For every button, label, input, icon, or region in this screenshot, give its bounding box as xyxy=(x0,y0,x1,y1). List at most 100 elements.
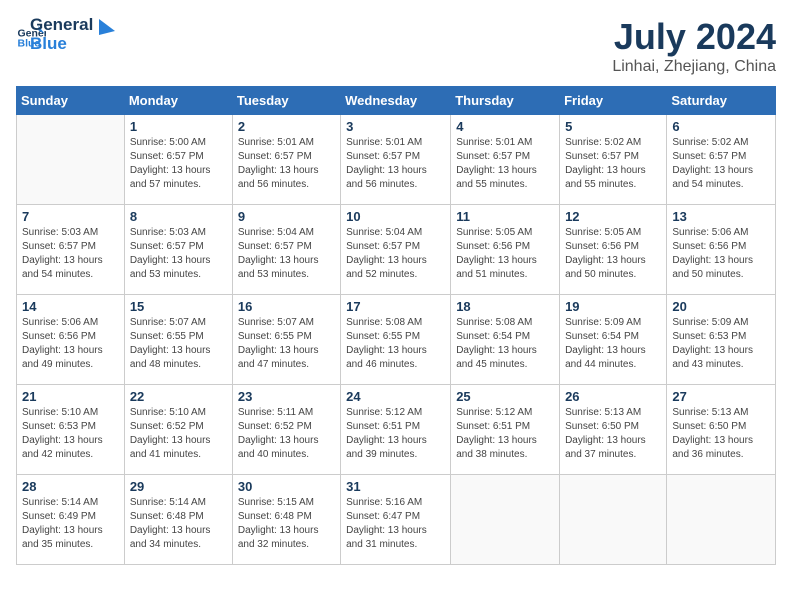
day-number: 19 xyxy=(565,299,661,314)
header-tuesday: Tuesday xyxy=(232,87,340,115)
title-block: July 2024 Linhai, Zhejiang, China xyxy=(612,16,776,76)
day-info: Sunrise: 5:11 AM Sunset: 6:52 PM Dayligh… xyxy=(238,406,335,462)
day-info: Sunrise: 5:04 AM Sunset: 6:57 PM Dayligh… xyxy=(346,226,445,282)
calendar-cell: 30 Sunrise: 5:15 AM Sunset: 6:48 PM Dayli… xyxy=(232,475,340,565)
day-info: Sunrise: 5:05 AM Sunset: 6:56 PM Dayligh… xyxy=(456,226,554,282)
day-number: 12 xyxy=(565,209,661,224)
day-number: 26 xyxy=(565,389,661,404)
day-info: Sunrise: 5:09 AM Sunset: 6:53 PM Dayligh… xyxy=(672,316,770,372)
location-title: Linhai, Zhejiang, China xyxy=(612,58,776,76)
day-number: 7 xyxy=(22,209,119,224)
day-info: Sunrise: 5:12 AM Sunset: 6:51 PM Dayligh… xyxy=(346,406,445,462)
day-number: 9 xyxy=(238,209,335,224)
day-number: 21 xyxy=(22,389,119,404)
day-number: 31 xyxy=(346,479,445,494)
day-info: Sunrise: 5:16 AM Sunset: 6:47 PM Dayligh… xyxy=(346,496,445,552)
day-info: Sunrise: 5:10 AM Sunset: 6:53 PM Dayligh… xyxy=(22,406,119,462)
header-thursday: Thursday xyxy=(451,87,560,115)
calendar-cell: 25 Sunrise: 5:12 AM Sunset: 6:51 PM Dayli… xyxy=(451,385,560,475)
day-number: 8 xyxy=(130,209,227,224)
day-number: 20 xyxy=(672,299,770,314)
day-info: Sunrise: 5:01 AM Sunset: 6:57 PM Dayligh… xyxy=(456,136,554,192)
calendar-cell: 16Sunrise: 5:07 AM Sunset: 6:55 PM Dayli… xyxy=(232,295,340,385)
day-number: 6 xyxy=(672,119,770,134)
calendar-cell xyxy=(560,475,667,565)
calendar-cell: 9 Sunrise: 5:04 AM Sunset: 6:57 PM Daylig… xyxy=(232,205,340,295)
day-number: 16 xyxy=(238,299,335,314)
day-number: 30 xyxy=(238,479,335,494)
day-number: 3 xyxy=(346,119,445,134)
calendar-header: SundayMondayTuesdayWednesdayThursdayFrid… xyxy=(17,87,776,115)
day-info: Sunrise: 5:09 AM Sunset: 6:54 PM Dayligh… xyxy=(565,316,661,372)
calendar-cell: 12Sunrise: 5:05 AM Sunset: 6:56 PM Dayli… xyxy=(560,205,667,295)
calendar-cell: 23Sunrise: 5:11 AM Sunset: 6:52 PM Dayli… xyxy=(232,385,340,475)
header-monday: Monday xyxy=(124,87,232,115)
calendar-cell: 5 Sunrise: 5:02 AM Sunset: 6:57 PM Daylig… xyxy=(560,115,667,205)
day-info: Sunrise: 5:02 AM Sunset: 6:57 PM Dayligh… xyxy=(565,136,661,192)
calendar-week-4: 21 Sunrise: 5:10 AM Sunset: 6:53 PM Dayli… xyxy=(17,385,776,475)
day-info: Sunrise: 5:00 AM Sunset: 6:57 PM Dayligh… xyxy=(130,136,227,192)
calendar-cell: 22 Sunrise: 5:10 AM Sunset: 6:52 PM Dayli… xyxy=(124,385,232,475)
page-header: General Blue General Blue July 2024 Linh… xyxy=(16,16,776,76)
day-info: Sunrise: 5:13 AM Sunset: 6:50 PM Dayligh… xyxy=(672,406,770,462)
day-info: Sunrise: 5:12 AM Sunset: 6:51 PM Dayligh… xyxy=(456,406,554,462)
day-info: Sunrise: 5:06 AM Sunset: 6:56 PM Dayligh… xyxy=(22,316,119,372)
day-info: Sunrise: 5:08 AM Sunset: 6:54 PM Dayligh… xyxy=(456,316,554,372)
header-sunday: Sunday xyxy=(17,87,125,115)
calendar-cell: 17 Sunrise: 5:08 AM Sunset: 6:55 PM Dayli… xyxy=(341,295,451,385)
calendar-cell: 28 Sunrise: 5:14 AM Sunset: 6:49 PM Dayli… xyxy=(17,475,125,565)
day-info: Sunrise: 5:04 AM Sunset: 6:57 PM Dayligh… xyxy=(238,226,335,282)
calendar-cell: 4 Sunrise: 5:01 AM Sunset: 6:57 PM Daylig… xyxy=(451,115,560,205)
calendar-cell: 15 Sunrise: 5:07 AM Sunset: 6:55 PM Dayli… xyxy=(124,295,232,385)
day-info: Sunrise: 5:10 AM Sunset: 6:52 PM Dayligh… xyxy=(130,406,227,462)
calendar-cell: 27Sunrise: 5:13 AM Sunset: 6:50 PM Dayli… xyxy=(667,385,776,475)
calendar-cell: 24 Sunrise: 5:12 AM Sunset: 6:51 PM Dayli… xyxy=(341,385,451,475)
day-number: 2 xyxy=(238,119,335,134)
day-info: Sunrise: 5:07 AM Sunset: 6:55 PM Dayligh… xyxy=(130,316,227,372)
day-info: Sunrise: 5:14 AM Sunset: 6:48 PM Dayligh… xyxy=(130,496,227,552)
calendar-table: SundayMondayTuesdayWednesdayThursdayFrid… xyxy=(16,86,776,565)
calendar-cell: 7 Sunrise: 5:03 AM Sunset: 6:57 PM Daylig… xyxy=(17,205,125,295)
day-number: 5 xyxy=(565,119,661,134)
month-title: July 2024 xyxy=(612,16,776,58)
day-number: 17 xyxy=(346,299,445,314)
day-number: 1 xyxy=(130,119,227,134)
calendar-cell: 31 Sunrise: 5:16 AM Sunset: 6:47 PM Dayli… xyxy=(341,475,451,565)
logo-blue: Blue xyxy=(30,35,93,54)
day-info: Sunrise: 5:03 AM Sunset: 6:57 PM Dayligh… xyxy=(22,226,119,282)
day-info: Sunrise: 5:14 AM Sunset: 6:49 PM Dayligh… xyxy=(22,496,119,552)
day-number: 24 xyxy=(346,389,445,404)
logo-general: General xyxy=(30,16,93,35)
logo: General Blue General Blue xyxy=(16,16,117,53)
day-info: Sunrise: 5:15 AM Sunset: 6:48 PM Dayligh… xyxy=(238,496,335,552)
calendar-cell: 20 Sunrise: 5:09 AM Sunset: 6:53 PM Dayli… xyxy=(667,295,776,385)
calendar-cell: 14 Sunrise: 5:06 AM Sunset: 6:56 PM Dayli… xyxy=(17,295,125,385)
header-wednesday: Wednesday xyxy=(341,87,451,115)
day-number: 10 xyxy=(346,209,445,224)
day-number: 28 xyxy=(22,479,119,494)
day-number: 22 xyxy=(130,389,227,404)
day-info: Sunrise: 5:08 AM Sunset: 6:55 PM Dayligh… xyxy=(346,316,445,372)
calendar-cell: 2 Sunrise: 5:01 AM Sunset: 6:57 PM Daylig… xyxy=(232,115,340,205)
day-number: 4 xyxy=(456,119,554,134)
calendar-cell: 13Sunrise: 5:06 AM Sunset: 6:56 PM Dayli… xyxy=(667,205,776,295)
calendar-cell: 21 Sunrise: 5:10 AM Sunset: 6:53 PM Dayli… xyxy=(17,385,125,475)
calendar-week-3: 14 Sunrise: 5:06 AM Sunset: 6:56 PM Dayli… xyxy=(17,295,776,385)
day-number: 14 xyxy=(22,299,119,314)
day-info: Sunrise: 5:02 AM Sunset: 6:57 PM Dayligh… xyxy=(672,136,770,192)
day-info: Sunrise: 5:13 AM Sunset: 6:50 PM Dayligh… xyxy=(565,406,661,462)
logo-arrow-icon xyxy=(89,17,117,45)
calendar-week-2: 7 Sunrise: 5:03 AM Sunset: 6:57 PM Daylig… xyxy=(17,205,776,295)
day-number: 15 xyxy=(130,299,227,314)
calendar-cell: 18Sunrise: 5:08 AM Sunset: 6:54 PM Dayli… xyxy=(451,295,560,385)
day-info: Sunrise: 5:03 AM Sunset: 6:57 PM Dayligh… xyxy=(130,226,227,282)
day-number: 29 xyxy=(130,479,227,494)
calendar-cell xyxy=(451,475,560,565)
calendar-week-5: 28 Sunrise: 5:14 AM Sunset: 6:49 PM Dayli… xyxy=(17,475,776,565)
calendar-cell: 19 Sunrise: 5:09 AM Sunset: 6:54 PM Dayli… xyxy=(560,295,667,385)
calendar-cell xyxy=(17,115,125,205)
day-info: Sunrise: 5:01 AM Sunset: 6:57 PM Dayligh… xyxy=(238,136,335,192)
day-number: 25 xyxy=(456,389,554,404)
calendar-cell: 3Sunrise: 5:01 AM Sunset: 6:57 PM Daylig… xyxy=(341,115,451,205)
calendar-cell xyxy=(667,475,776,565)
